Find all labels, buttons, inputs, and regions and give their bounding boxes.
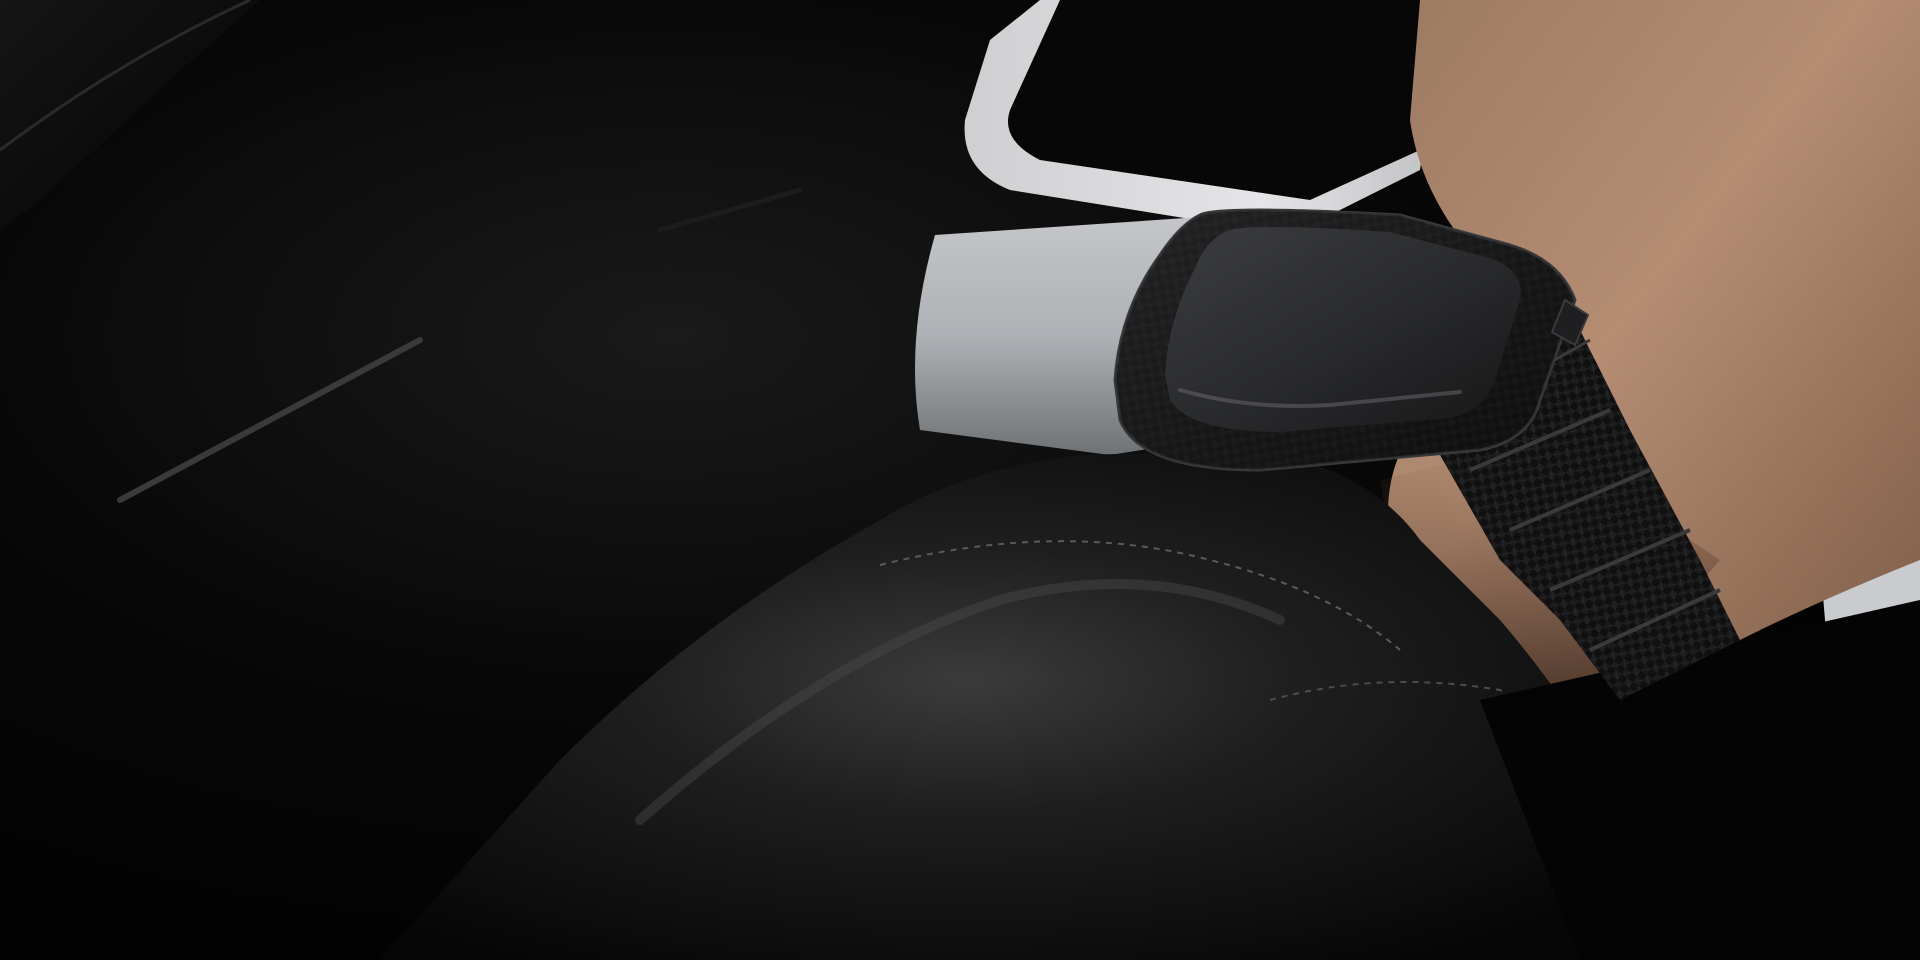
photo-scene	[0, 0, 1920, 960]
watch-screen	[1165, 227, 1521, 432]
photo-illustration	[0, 0, 1920, 960]
